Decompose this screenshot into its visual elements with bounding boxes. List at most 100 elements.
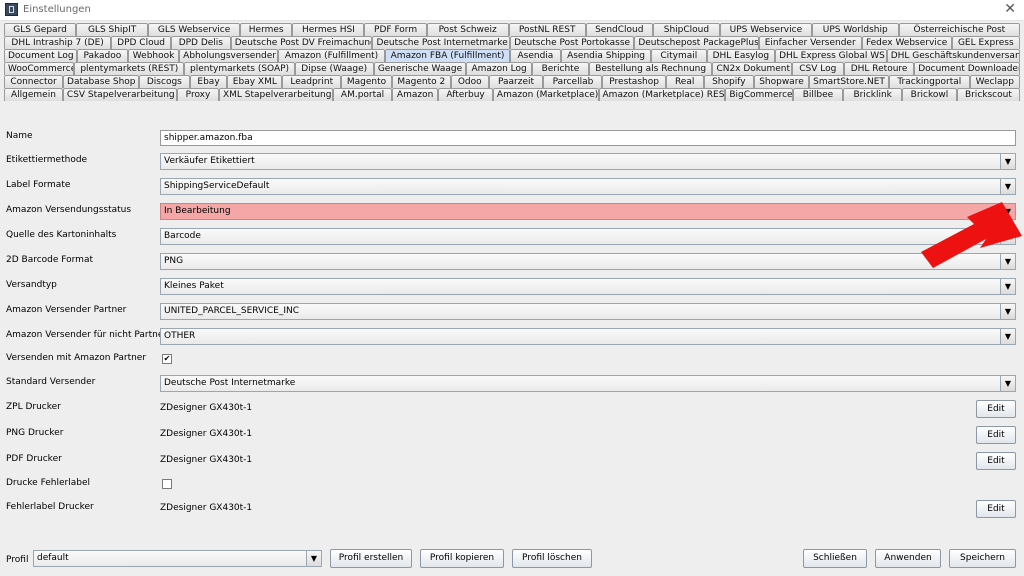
tab-woocommerce[interactable]: WooCommerce <box>4 62 75 75</box>
etikettiermethode-select[interactable]: Verkäufer Etikettiert ▼ <box>160 153 1016 170</box>
chevron-down-icon[interactable]: ▼ <box>1000 179 1015 194</box>
chevron-down-icon[interactable]: ▼ <box>306 551 321 566</box>
tab-amazon-fba-fulfillment[interactable]: Amazon FBA (Fulfillment) <box>385 49 510 62</box>
tab-brickscout[interactable]: Brickscout <box>956 88 1020 101</box>
name-input[interactable]: shipper.amazon.fba <box>160 130 1016 146</box>
profil-kopieren-button[interactable]: Profil kopieren <box>420 549 504 568</box>
versandtyp-select[interactable]: Kleines Paket ▼ <box>160 278 1016 295</box>
tab-connector[interactable]: Connector <box>4 75 64 88</box>
tab-bricklink[interactable]: Bricklink <box>843 88 903 101</box>
fehlerlabel-edit-button[interactable]: Edit <box>976 500 1016 518</box>
tab-proxy[interactable]: Proxy <box>177 88 219 101</box>
quelle-select[interactable]: Barcode▼ <box>160 228 1016 245</box>
tab-ebay-xml[interactable]: Ebay XML <box>227 75 283 88</box>
tab-document-downloader[interactable]: Document Downloader <box>914 62 1020 75</box>
tab-hermes[interactable]: Hermes <box>240 23 293 36</box>
tab-fedex-webservice[interactable]: Fedex Webservice <box>861 36 952 49</box>
tab-dhl-express-global-ws[interactable]: DHL Express Global WS <box>775 49 887 62</box>
tab-postnl-rest[interactable]: PostNL REST <box>508 23 586 36</box>
tab-ups-webservice[interactable]: UPS Webservice <box>719 23 812 36</box>
tab-ebay[interactable]: Ebay <box>189 75 228 88</box>
tab-asendia[interactable]: Asendia <box>509 49 562 62</box>
tab-generische-waage[interactable]: Generische Waage <box>373 62 467 75</box>
tab-xml-stapelverarbeitung[interactable]: XML Stapelverarbeitung <box>218 88 334 101</box>
tab-paarzeit[interactable]: Paarzeit <box>488 75 544 88</box>
chevron-down-icon[interactable]: ▼ <box>1000 376 1015 391</box>
chevron-down-icon[interactable]: ▼ <box>1000 279 1015 294</box>
tab-gel-express[interactable]: GEL Express <box>951 36 1020 49</box>
tab-plentymarkets-rest[interactable]: plentymarkets (REST) <box>74 62 185 75</box>
tab-post-schweiz[interactable]: Post Schweiz <box>426 23 509 36</box>
tab-brickowl[interactable]: Brickowl <box>902 88 957 101</box>
tab-citymail[interactable]: Citymail <box>651 49 707 62</box>
tab-real[interactable]: Real <box>665 75 704 88</box>
tab-odoo[interactable]: Odoo <box>450 75 489 88</box>
tab-am-portal[interactable]: AM.portal <box>333 88 393 101</box>
tab-csv-log[interactable]: CSV Log <box>791 62 844 75</box>
tab-amazon-marketplace[interactable]: Amazon (Marketplace) <box>492 88 599 101</box>
tab-prestashop[interactable]: Prestashop <box>602 75 666 88</box>
tab-hermes-hsi[interactable]: Hermes HSI <box>292 23 365 36</box>
tab-dhl-intraship-7-de[interactable]: DHL Intraship 7 (DE) <box>4 36 112 49</box>
tab-document-log[interactable]: Document Log <box>4 49 77 62</box>
tab-gls-webservice[interactable]: GLS Webservice <box>148 23 240 36</box>
tab-smartstore-net[interactable]: SmartStore.NET <box>808 75 890 88</box>
tab-amazon-marketplace-rest[interactable]: Amazon (Marketplace) REST <box>598 88 726 101</box>
tab-pakadoo[interactable]: Pakadoo <box>76 49 128 62</box>
tab-amazon-fulfillment[interactable]: Amazon (Fulfillment) <box>277 49 386 62</box>
profile-select[interactable]: default ▼ <box>33 550 322 567</box>
png-edit-button[interactable]: Edit <box>976 426 1016 444</box>
tab-amazon[interactable]: Amazon <box>392 88 439 101</box>
tab-abholungsversender[interactable]: Abholungsversender <box>179 49 278 62</box>
tab-webhook[interactable]: Webhook <box>127 49 180 62</box>
tab-asendia-shipping[interactable]: Asendia Shipping <box>561 49 652 62</box>
tab-dpd-cloud[interactable]: DPD Cloud <box>111 36 171 49</box>
tab-afterbuy[interactable]: Afterbuy <box>438 88 493 101</box>
tab-deutschepost-packageplus[interactable]: Deutschepost PackagePlus <box>634 36 759 49</box>
tab-csv-stapelverarbeitung[interactable]: CSV Stapelverarbeitung <box>62 88 178 101</box>
versender-partner-select[interactable]: UNITED_PARCEL_SERVICE_INC ▼ <box>160 303 1016 320</box>
tab-gls-shipit[interactable]: GLS ShipIT <box>76 23 149 36</box>
profil-erstellen-button[interactable]: Profil erstellen <box>330 549 412 568</box>
tab-leadprint[interactable]: Leadprint <box>282 75 342 88</box>
pdf-edit-button[interactable]: Edit <box>976 452 1016 470</box>
tab-magento[interactable]: Magento <box>341 75 392 88</box>
tab-trackingportal[interactable]: Trackingportal <box>889 75 970 88</box>
tab-berichte[interactable]: Berichte <box>531 62 589 75</box>
close-icon[interactable]: ✕ <box>1004 1 1016 17</box>
tab-plentymarkets-soap[interactable]: plentymarkets (SOAP) <box>184 62 295 75</box>
tab-dhl-easylog[interactable]: DHL Easylog <box>706 49 776 62</box>
tab-sendcloud[interactable]: SendCloud <box>585 23 653 36</box>
speichern-button[interactable]: Speichern <box>949 549 1016 568</box>
tab-amazon-log[interactable]: Amazon Log <box>466 62 532 75</box>
tab-billbee[interactable]: Billbee <box>792 88 844 101</box>
versenden-partner-checkbox[interactable]: ✔ <box>162 354 172 364</box>
tab-ups-worldship[interactable]: UPS Worldship <box>811 23 899 36</box>
tab-deutsche-post-dv-freimachung[interactable]: Deutsche Post DV Freimachung <box>230 36 373 49</box>
profil-loeschen-button[interactable]: Profil löschen <box>512 549 592 568</box>
anwenden-button[interactable]: Anwenden <box>875 549 941 568</box>
tab-cn2x-dokument[interactable]: CN2x Dokument <box>712 62 792 75</box>
tab-allgemein[interactable]: Allgemein <box>4 88 63 101</box>
tab-parcellab[interactable]: Parcellab <box>543 75 603 88</box>
tab-deutsche-post-portokasse[interactable]: Deutsche Post Portokasse <box>509 36 635 49</box>
tab-bestellung-als-rechnung[interactable]: Bestellung als Rechnung <box>588 62 713 75</box>
tab-dpd-delis[interactable]: DPD Delis <box>170 36 231 49</box>
tab-weclapp[interactable]: Weclapp <box>969 75 1021 88</box>
standard-versender-select[interactable]: Deutsche Post Internetmarke ▼ <box>160 375 1016 392</box>
tab-österreichische-post[interactable]: Österreichische Post <box>898 23 1021 36</box>
tab-magento-2[interactable]: Magento 2 <box>391 75 451 88</box>
tab-deutsche-post-internetmarke[interactable]: Deutsche Post Internetmarke <box>372 36 510 49</box>
tab-einfacher-versender[interactable]: Einfacher Versender <box>758 36 862 49</box>
tab-database-shop[interactable]: Database Shop <box>63 75 140 88</box>
chevron-down-icon[interactable]: ▼ <box>1000 154 1015 169</box>
barcode-format-select[interactable]: PNG ▼ <box>160 253 1016 270</box>
tab-bigcommerce[interactable]: BigCommerce <box>725 88 793 101</box>
chevron-down-icon[interactable]: ▼ <box>1000 304 1015 319</box>
tab-discogs[interactable]: Discogs <box>139 75 190 88</box>
tab-shopware[interactable]: Shopware <box>754 75 809 88</box>
versandstatus-select[interactable]: In Bearbeitung ▼ <box>160 203 1016 220</box>
tab-dhl-geschäftskundenversand[interactable]: DHL Geschäftskundenversand <box>886 49 1020 62</box>
tab-pdf-form[interactable]: PDF Form <box>364 23 427 36</box>
versender-nicht-partner-select[interactable]: OTHER ▼ <box>160 328 1016 345</box>
